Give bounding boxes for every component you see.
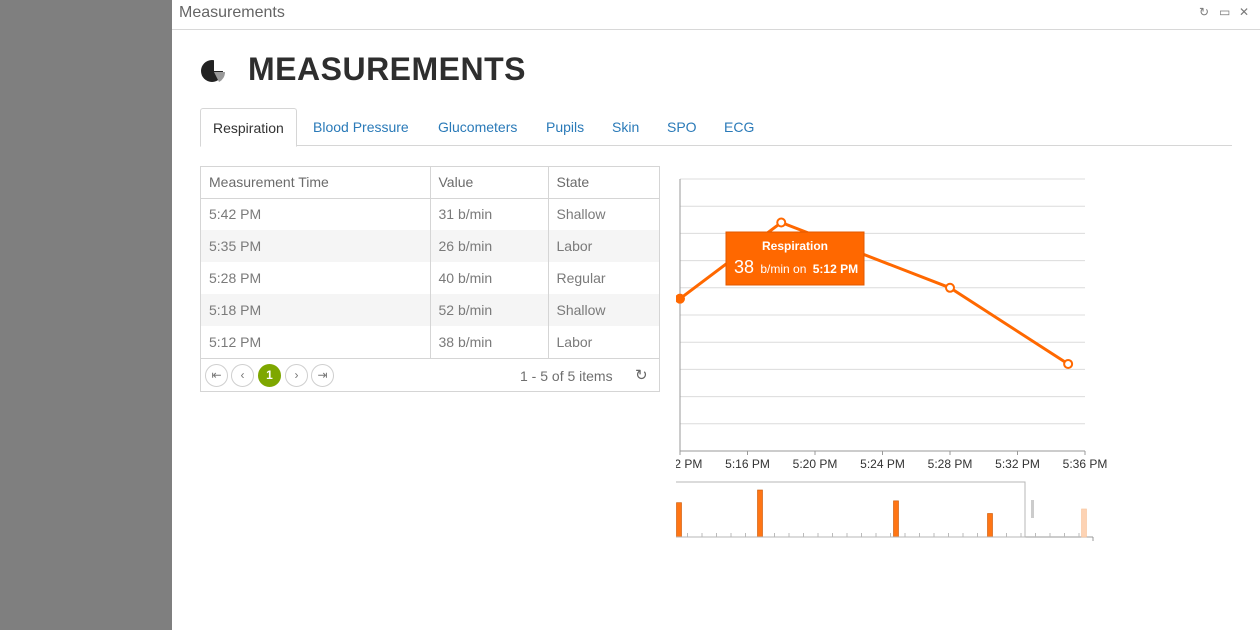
- respiration-chart: 1015202530354045505560 5:12 PM 5:16 PM 5:2…: [676, 178, 1108, 541]
- cell-time: 5:28 PM: [209, 270, 262, 286]
- pie-chart-icon: [201, 60, 226, 82]
- next-page-button[interactable]: ›: [285, 364, 308, 387]
- tab-spo[interactable]: SPO: [667, 108, 697, 146]
- tab-respiration[interactable]: Respiration: [200, 108, 297, 147]
- tab-glucometers[interactable]: Glucometers: [438, 108, 517, 146]
- cell-value: 40 b/min: [429, 262, 548, 294]
- close-icon[interactable]: ✕: [1239, 5, 1249, 19]
- window-title: Measurements: [179, 4, 285, 21]
- cell-value: 38 b/min: [429, 326, 548, 358]
- column-header-value[interactable]: Value: [429, 167, 548, 199]
- y-axis: 1015202530354045505560: [679, 178, 1085, 452]
- grid-pager: ⇤ ‹ 1 › ⇥ 1 - 5 of 5 items ↻: [201, 358, 659, 391]
- tooltip-time: 5:12 PM: [813, 262, 858, 276]
- refresh-icon[interactable]: ↻: [635, 366, 648, 384]
- cell-state: Regular: [547, 262, 659, 294]
- chart-navigator[interactable]: [676, 481, 1094, 541]
- window-titlebar: Measurements ↻ ▭ ✕: [172, 0, 1260, 30]
- tooltip-value: 38: [734, 257, 754, 277]
- measurement-tabs: Respiration Blood Pressure Glucometers P…: [200, 108, 1232, 147]
- cell-time: 5:35 PM: [201, 230, 430, 262]
- table-row[interactable]: 5:42 PM 31 b/min Shallow: [201, 198, 659, 230]
- tab-skin[interactable]: Skin: [612, 108, 639, 146]
- cell-value: 26 b/min: [429, 230, 548, 262]
- data-point: [1063, 358, 1074, 369]
- table-row[interactable]: 5:18 PM 52 b/min Shallow: [201, 294, 659, 326]
- x-axis: 5:12 PM 5:16 PM 5:20 PM 5:24 PM 5:28 PM 5:32 …: [676, 450, 1108, 471]
- pager-info: 1 - 5 of 5 items: [520, 368, 613, 384]
- first-page-button[interactable]: ⇤: [205, 364, 228, 387]
- navigator-bar: [676, 502, 682, 538]
- data-point: [676, 293, 685, 304]
- last-page-button[interactable]: ⇥: [311, 364, 334, 387]
- cell-value: 31 b/min: [429, 198, 548, 230]
- measurements-window: Measurements ↻ ▭ ✕ MEASUREMENTS Respirat…: [172, 0, 1260, 630]
- data-point: [945, 282, 955, 293]
- x-tick-label: 5:12 PM: [676, 457, 702, 471]
- measurements-grid: Measurement Time Value State 5:42 PM 31 …: [200, 166, 660, 392]
- page-title: MEASUREMENTS: [248, 51, 527, 87]
- grid-header-row: Measurement Time Value State: [201, 167, 659, 199]
- cell-time: 5:18 PM: [201, 294, 430, 326]
- chart-tooltip: Respiration 38 b/min on 5:12 PM: [725, 231, 865, 286]
- cell-time: 5:42 PM: [209, 206, 262, 223]
- navigator-bar: [1081, 508, 1087, 538]
- column-header-time[interactable]: Measurement Time: [201, 167, 430, 199]
- tooltip-unit: b/min on: [760, 262, 806, 276]
- x-tick-label: 5:36 PM: [1063, 457, 1108, 471]
- cell-value: 52 b/min: [429, 294, 548, 326]
- table-row[interactable]: 5:35 PM 26 b/min Labor: [201, 230, 659, 262]
- cell-time: 5:12 PM: [209, 334, 262, 350]
- tab-ecg[interactable]: ECG: [724, 108, 754, 146]
- cell-state: Labor: [547, 230, 659, 262]
- column-header-state[interactable]: State: [547, 167, 659, 199]
- table-row[interactable]: 5:12 PM 38 b/min Labor: [201, 326, 659, 358]
- navigator-bar: [987, 513, 993, 538]
- refresh-icon[interactable]: ↻: [1199, 5, 1209, 19]
- maximize-icon[interactable]: ▭: [1219, 5, 1230, 19]
- x-tick-label: 5:28 PM: [928, 457, 973, 471]
- x-tick-label: 5:16 PM: [725, 457, 770, 471]
- x-tick-label: 5:32 PM: [995, 457, 1040, 471]
- page-1-button[interactable]: 1: [258, 364, 281, 387]
- tab-pupils[interactable]: Pupils: [546, 108, 584, 146]
- cell-state: Shallow: [547, 294, 659, 326]
- tooltip-title: Respiration: [762, 239, 828, 253]
- tab-blood-pressure[interactable]: Blood Pressure: [313, 108, 409, 146]
- navigator-handle-right: [1031, 500, 1034, 518]
- navigator-bar: [757, 489, 763, 538]
- table-row[interactable]: 5:28 PM 40 b/min Regular: [201, 262, 659, 294]
- prev-page-button[interactable]: ‹: [231, 364, 254, 387]
- x-tick-label: 5:24 PM: [860, 457, 905, 471]
- navigator-selection: [676, 481, 1026, 538]
- x-tick-label: 5:20 PM: [793, 457, 838, 471]
- cell-state: Labor: [547, 326, 659, 358]
- data-point: [776, 217, 787, 228]
- navigator-bar: [893, 500, 899, 538]
- cell-state: Shallow: [547, 198, 659, 230]
